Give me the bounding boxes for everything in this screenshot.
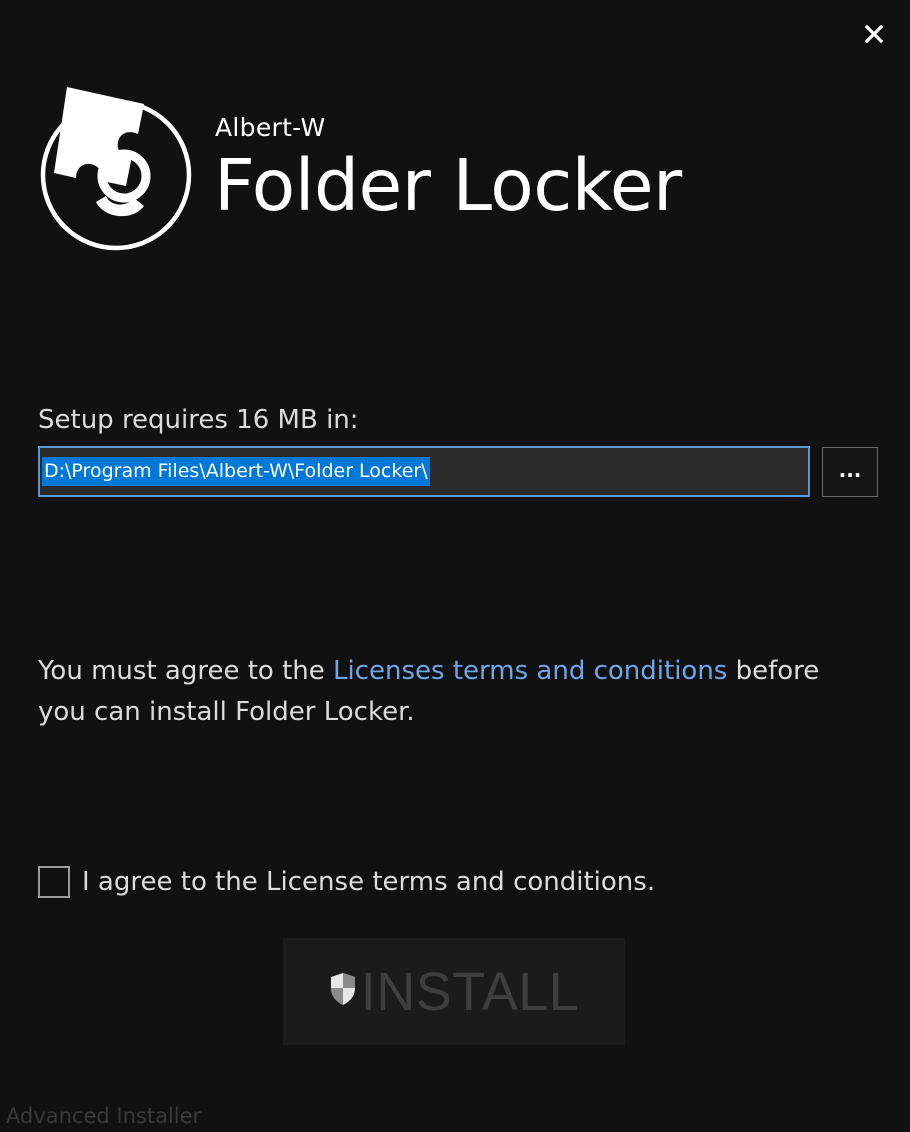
installer-window: Albert-W Folder Locker Setup requires 16…: [0, 0, 910, 1132]
license-notice-prefix: You must agree to the: [38, 656, 334, 686]
license-agree-label[interactable]: I agree to the License terms and conditi…: [82, 867, 655, 897]
close-icon: [864, 24, 884, 44]
license-notice: You must agree to the Licenses terms and…: [38, 651, 868, 733]
license-agree-row: I agree to the License terms and conditi…: [38, 866, 655, 898]
footer-branding: Advanced Installer: [6, 1104, 202, 1128]
install-button-label: INSTALL: [360, 961, 580, 1022]
space-requirement-label: Setup requires 16 MB in:: [38, 405, 359, 435]
puzzle-lock-logo-icon: [40, 87, 192, 251]
product-title: Folder Locker: [214, 144, 682, 227]
uac-shield-icon: [330, 972, 355, 1005]
install-path-value: D:\Program Files\Albert-W\Folder Locker\: [42, 457, 430, 486]
close-button[interactable]: [856, 16, 892, 52]
license-terms-link[interactable]: Licenses terms and conditions: [333, 656, 727, 686]
install-button[interactable]: INSTALL: [283, 938, 625, 1045]
license-agree-checkbox[interactable]: [38, 866, 70, 898]
browse-button[interactable]: ...: [822, 447, 878, 497]
install-path-input[interactable]: D:\Program Files\Albert-W\Folder Locker\: [38, 446, 810, 497]
